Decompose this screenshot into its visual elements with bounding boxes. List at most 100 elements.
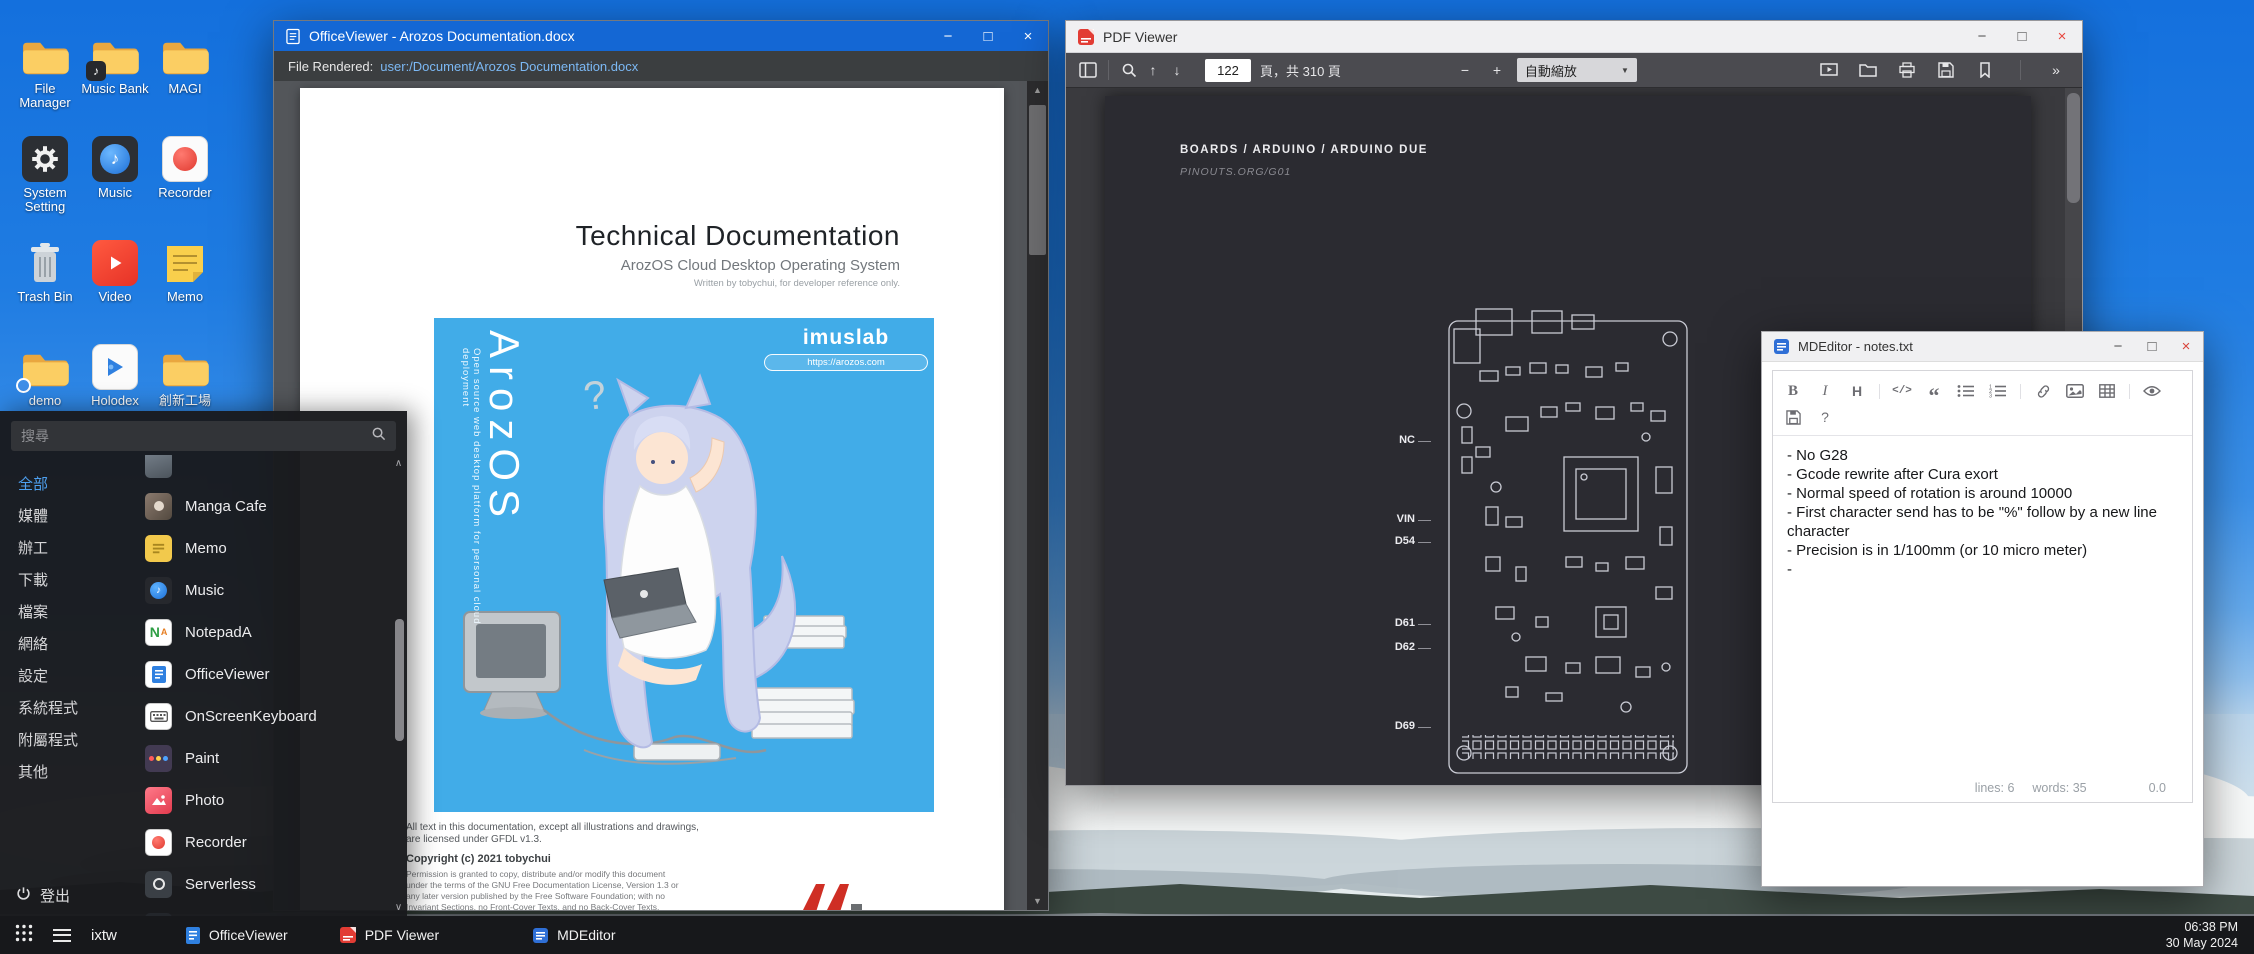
pdf-viewer-titlebar[interactable]: PDF Viewer − □ ×: [1066, 21, 2082, 53]
category-office[interactable]: 辦工: [0, 531, 133, 563]
category-files[interactable]: 檔案: [0, 595, 133, 627]
search-icon[interactable]: [1117, 58, 1141, 82]
scrollbar-thumb[interactable]: [1029, 105, 1046, 255]
app-item-manga-cafe[interactable]: Manga Cafe: [133, 485, 407, 527]
logout-button[interactable]: 登出: [0, 874, 133, 916]
print-icon[interactable]: [1895, 58, 1919, 82]
minimize-button[interactable]: −: [928, 21, 968, 51]
toolbar-divider: [2020, 384, 2021, 399]
mdeditor-titlebar[interactable]: MDEditor - notes.txt − □ ×: [1762, 332, 2203, 362]
app-item-memo[interactable]: Memo: [133, 527, 407, 569]
app-item-onscreenkeyboard[interactable]: OnScreenKeyboard: [133, 695, 407, 737]
scrollbar-thumb[interactable]: [2067, 93, 2080, 203]
zoom-out-button[interactable]: −: [1453, 58, 1477, 82]
italic-button[interactable]: I: [1815, 381, 1835, 401]
blockquote-button[interactable]: “: [1924, 381, 1944, 401]
category-media[interactable]: 媒體: [0, 499, 133, 531]
app-item-officeviewer[interactable]: OfficeViewer: [133, 653, 407, 695]
menu-icon[interactable]: [53, 929, 71, 942]
officeviewer-titlebar[interactable]: OfficeViewer - Arozos Documentation.docx…: [274, 21, 1048, 51]
status-position: 0.0: [2149, 781, 2166, 795]
maximize-button[interactable]: □: [2002, 21, 2042, 52]
image-icon[interactable]: [2065, 381, 2085, 401]
pin-label: VIN: [1335, 513, 1415, 525]
file-path-link[interactable]: user:/Document/Arozos Documentation.docx: [380, 59, 638, 74]
folder-icon: [160, 26, 210, 78]
app-item-speedtest[interactable]: Speedtest: [133, 905, 407, 916]
search-input[interactable]: [21, 428, 363, 444]
save-icon[interactable]: [1783, 407, 1803, 427]
trash-icon: [25, 234, 65, 286]
desktop-icon-file-manager[interactable]: File Manager: [10, 26, 80, 130]
zoom-in-button[interactable]: +: [1485, 58, 1509, 82]
desktop-icon-magi[interactable]: MAGI: [150, 26, 220, 130]
app-item-music[interactable]: ♪ Music: [133, 569, 407, 611]
category-network[interactable]: 網絡: [0, 627, 133, 659]
scroll-down-icon[interactable]: ▼: [1033, 896, 1042, 906]
desktop-icon-recorder[interactable]: Recorder: [150, 130, 220, 234]
open-file-icon[interactable]: [1856, 58, 1880, 82]
desktop-icon-music-bank[interactable]: ♪ Music Bank: [80, 26, 150, 130]
scroll-up-icon[interactable]: ▲: [1033, 85, 1042, 95]
desktop-icon-memo[interactable]: Memo: [150, 234, 220, 338]
app-list-scrollbar[interactable]: ∧ ∨: [392, 457, 405, 914]
app-item-paint[interactable]: Paint: [133, 737, 407, 779]
desktop-icon-video[interactable]: Video: [80, 234, 150, 338]
maximize-button[interactable]: □: [968, 21, 1008, 51]
taskbar-clock[interactable]: 06:38 PM 30 May 2024: [2166, 919, 2254, 952]
desktop-icon-trash-bin[interactable]: Trash Bin: [10, 234, 80, 338]
more-tools-button[interactable]: »: [2044, 58, 2068, 82]
previous-page-button[interactable]: ↑: [1141, 58, 1165, 82]
scrollbar[interactable]: ▲ ▼: [1027, 81, 1048, 910]
link-icon[interactable]: [2033, 381, 2053, 401]
app-list-item-partial[interactable]: [133, 455, 407, 485]
category-all[interactable]: 全部: [0, 467, 133, 499]
table-icon[interactable]: [2097, 381, 2117, 401]
preview-eye-icon[interactable]: [2142, 381, 2162, 401]
bullet-list-icon[interactable]: [1956, 381, 1976, 401]
task-pdf-viewer[interactable]: PDF Viewer: [328, 916, 451, 954]
app-item-serverless[interactable]: Serverless: [133, 863, 407, 905]
pdf-toolbar: ↑ ↓ 頁，共 310 頁 − + 自動縮放 ▼: [1066, 53, 2082, 88]
close-button[interactable]: ×: [2169, 332, 2203, 361]
maximize-button[interactable]: □: [2135, 332, 2169, 361]
scroll-down-icon[interactable]: ∨: [395, 902, 402, 913]
editor-textarea[interactable]: - No G28 - Gcode rewrite after Cura exor…: [1773, 436, 2192, 781]
zoom-select[interactable]: 自動縮放 ▼: [1517, 58, 1637, 82]
desktop-icon-system-setting[interactable]: System Setting: [10, 130, 80, 234]
desktop-icon-music[interactable]: ♪ Music: [80, 130, 150, 234]
memo-icon: [145, 535, 172, 562]
sidebar-toggle-icon[interactable]: [1076, 58, 1100, 82]
app-item-photo[interactable]: Photo: [133, 779, 407, 821]
task-label: MDEditor: [557, 927, 615, 943]
download-icon[interactable]: [1934, 58, 1958, 82]
scroll-up-icon[interactable]: ∧: [395, 458, 402, 469]
ordered-list-icon[interactable]: 123: [1988, 381, 2008, 401]
scrollbar-thumb[interactable]: [395, 619, 404, 741]
app-item-recorder[interactable]: Recorder: [133, 821, 407, 863]
close-button[interactable]: ×: [1008, 21, 1048, 51]
bold-button[interactable]: B: [1783, 381, 1803, 401]
page-number-input[interactable]: [1205, 59, 1251, 82]
category-system[interactable]: 系統程式: [0, 691, 133, 723]
recorder-icon: [145, 829, 172, 856]
start-menu-search[interactable]: [11, 421, 396, 451]
close-button[interactable]: ×: [2042, 21, 2082, 52]
task-officeviewer[interactable]: OfficeViewer: [174, 916, 300, 954]
minimize-button[interactable]: −: [1962, 21, 2002, 52]
app-item-notepada[interactable]: NA NotepadA: [133, 611, 407, 653]
mdeditor-icon: [1774, 339, 1789, 354]
help-button[interactable]: ?: [1815, 407, 1835, 427]
presentation-mode-icon[interactable]: [1817, 58, 1841, 82]
code-button[interactable]: </>: [1892, 381, 1912, 401]
category-other[interactable]: 其他: [0, 755, 133, 787]
task-mdeditor[interactable]: MDEditor: [521, 916, 627, 954]
category-settings[interactable]: 設定: [0, 659, 133, 691]
category-accessories[interactable]: 附屬程式: [0, 723, 133, 755]
app-grid-icon[interactable]: [15, 924, 33, 947]
heading-button[interactable]: H: [1847, 381, 1867, 401]
bookmark-icon[interactable]: [1973, 58, 1997, 82]
next-page-button[interactable]: ↓: [1165, 58, 1189, 82]
minimize-button[interactable]: −: [2101, 332, 2135, 361]
category-download[interactable]: 下載: [0, 563, 133, 595]
